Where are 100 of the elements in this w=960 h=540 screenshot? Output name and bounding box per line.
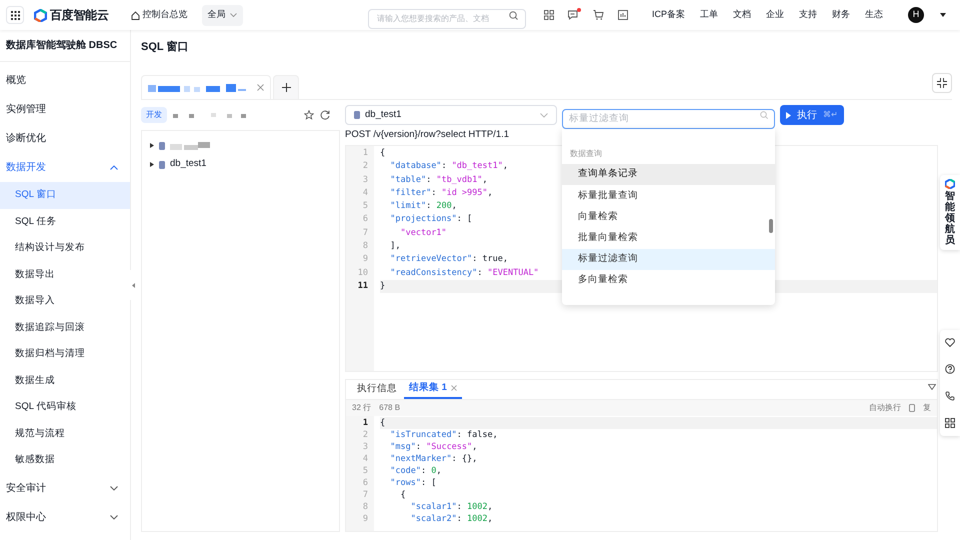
cart-icon[interactable] (592, 10, 604, 20)
dropdown-option[interactable]: 标量批量查询 (562, 185, 775, 206)
chevron-down-icon (540, 112, 548, 118)
dropdown-option[interactable]: 多向量检索 (562, 270, 775, 292)
sidebar-group[interactable]: 数据开发 (0, 153, 130, 182)
search-icon[interactable] (508, 10, 518, 20)
caret-left-icon (132, 282, 134, 288)
plus-icon (282, 83, 290, 92)
filter-icon[interactable] (928, 384, 936, 390)
result-stat: 678 B (379, 402, 400, 414)
sidebar-item[interactable]: SQL 代码审核 (0, 394, 130, 420)
help-icon[interactable] (945, 364, 955, 374)
copy-link[interactable]: 复 (923, 402, 931, 414)
caret-right-icon (150, 143, 154, 148)
sidebar-item[interactable]: 数据追踪与回滚 (0, 314, 130, 341)
line-number: 2 (362, 160, 368, 174)
api-search-field[interactable]: 标量过滤查询 (562, 108, 775, 128)
dropdown-option[interactable]: 批量向量检索 (562, 228, 775, 249)
line-number: 6 (362, 477, 368, 489)
code-line: "vector1" (399, 226, 447, 240)
line-number: 2 (362, 429, 368, 441)
code-line: "projections": [ (389, 213, 472, 226)
exit-fullscreen-button[interactable] (932, 73, 952, 93)
dropdown-option[interactable]: 向量检索 (562, 206, 775, 228)
apps-menu-button[interactable] (6, 6, 24, 24)
line-number: 5 (362, 200, 368, 214)
user-avatar[interactable]: H (908, 7, 924, 23)
line-number: 4 (362, 453, 368, 465)
code-line: { (380, 147, 386, 160)
sidebar-item[interactable]: 敏感数据 (0, 447, 130, 474)
line-number: 4 (362, 186, 368, 200)
scope-select[interactable]: 全局 (202, 4, 243, 26)
line-number: 1 (362, 417, 368, 429)
query-tab[interactable] (141, 75, 271, 99)
sidebar-item[interactable]: 数据导出 (0, 262, 130, 288)
chevron-down-icon (110, 486, 118, 490)
dropdown-option[interactable]: 查询单条记录 (562, 164, 775, 186)
result-tab[interactable]: 执行信息 (352, 380, 402, 399)
phone-icon[interactable] (945, 390, 955, 401)
sidebar-item[interactable]: 实例管理 (0, 95, 130, 124)
top-nav-link[interactable]: 工单 (700, 8, 718, 22)
sidebar-title: 数据库智能驾驶舱 DBSC (0, 30, 130, 62)
brand-name: 百度智能云 (50, 7, 109, 24)
sidebar-item[interactable]: 数据归档与清理 (0, 341, 130, 368)
wrap-toggle[interactable]: 自动换行 (869, 402, 901, 414)
run-button[interactable]: 执行 ⌘↵ (780, 105, 844, 125)
star-icon[interactable] (304, 110, 314, 120)
sidebar-item[interactable]: 规范与流程 (0, 420, 130, 447)
chart-icon[interactable] (618, 10, 628, 20)
message-icon[interactable] (568, 10, 579, 20)
tree-node[interactable]: db_test1 (150, 158, 339, 171)
sidebar-item[interactable]: 结构设计与发布 (0, 235, 130, 262)
close-icon[interactable] (450, 385, 457, 391)
database-select[interactable]: db_test1 (345, 105, 557, 125)
assistant-button[interactable]: 智能领航员 (940, 175, 960, 250)
close-icon[interactable] (257, 84, 264, 91)
caret-down-icon[interactable] (940, 13, 946, 17)
code-line: "scalar1": 1002, (410, 501, 493, 513)
top-nav-link[interactable]: 财务 (832, 8, 850, 22)
top-nav-link[interactable]: 文档 (733, 8, 751, 22)
line-number: 6 (362, 213, 368, 226)
sidebar-item[interactable]: SQL 任务 (0, 208, 130, 235)
sidebar-item[interactable]: 诊断优化 (0, 124, 130, 153)
grid-icon[interactable] (945, 418, 955, 428)
sidebar-group[interactable]: 安全审计 (0, 474, 130, 502)
top-nav-link[interactable]: 支持 (799, 8, 817, 22)
copy-icon[interactable] (909, 404, 915, 412)
dropdown-option[interactable]: 标量过滤查询 (562, 248, 775, 270)
line-number: 10 (358, 266, 368, 280)
code-line: "retrieveVector": true, (389, 253, 508, 266)
line-number: 9 (362, 253, 368, 266)
chevron-down-icon (110, 514, 118, 520)
refresh-icon[interactable] (320, 110, 330, 120)
play-icon (786, 112, 791, 118)
sidebar-item[interactable]: SQL 窗口 (0, 182, 130, 208)
heart-icon[interactable] (945, 338, 955, 348)
global-search-field[interactable]: 请输入您想要搜索的产品、文档 (368, 8, 526, 28)
code-line: "msg": "Success", (389, 441, 478, 453)
top-nav-link[interactable]: 生态 (865, 8, 883, 22)
sidebar-item[interactable]: 概览 (0, 66, 130, 95)
scrollbar[interactable] (769, 219, 773, 233)
code-line: } (380, 280, 386, 293)
code-line: "code": 0, (389, 465, 442, 477)
chevron-up-icon (110, 165, 118, 170)
database-icon (159, 142, 165, 150)
redacted-name-drawing (170, 142, 212, 150)
code-line: "readConsistency": "EVENTUAL" (389, 266, 539, 280)
result-stat: 32 行 (352, 402, 372, 414)
code-line: "scalar2": 1002, (410, 513, 493, 525)
sidebar-item[interactable]: 数据生成 (0, 368, 130, 394)
top-nav-link[interactable]: 企业 (766, 8, 784, 22)
top-nav-link[interactable]: ICP备案 (652, 8, 685, 22)
sidebar-group[interactable]: 权限中心 (0, 502, 130, 532)
add-tab-button[interactable] (273, 75, 299, 99)
code-line: "limit": 200, (389, 200, 457, 214)
line-number: 1 (362, 147, 368, 160)
result-viewer[interactable]: 1 2 3 4 5 6 7 8 9 { "isTruncated": false, "msg": "Success", "nextMarker": {}, "code": 0, "rows": [ { "scalar1": 1002, "scalar2": 1002, (346, 416, 937, 531)
console-link[interactable]: 控制台总览 (130, 8, 188, 22)
code-line: { (399, 489, 406, 501)
sidebar-item[interactable]: 数据导入 (0, 288, 130, 314)
